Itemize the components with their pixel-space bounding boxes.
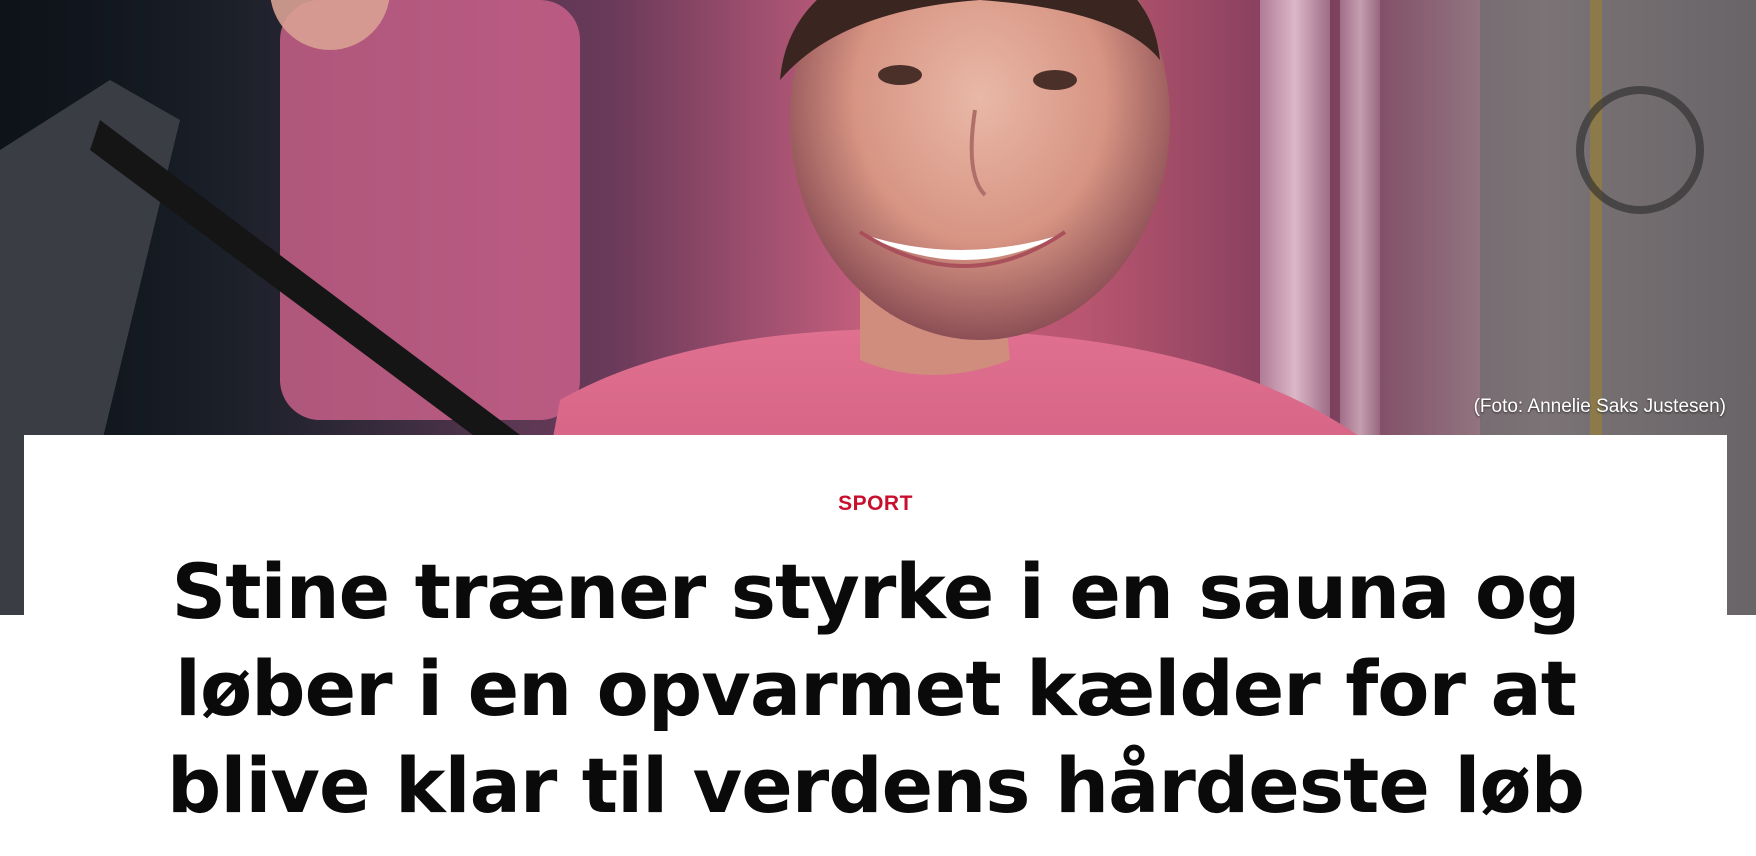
article-page: (Foto: Annelie Saks Justesen) SPORT Stin… [0,0,1756,856]
category-link[interactable]: SPORT [24,492,1727,516]
headline-line: løber i en opvarmet kælder for at [174,644,1577,733]
headline-line: Stine træner styrke i en sauna og [171,547,1580,636]
headline: Stine træner styrke i en sauna og løber … [64,543,1687,834]
article-header-card: SPORT Stine træner styrke i en sauna og … [24,435,1727,856]
photo-credit: (Foto: Annelie Saks Justesen) [1473,396,1726,417]
headline-line: blive klar til verdens hårdeste løb [166,741,1585,830]
